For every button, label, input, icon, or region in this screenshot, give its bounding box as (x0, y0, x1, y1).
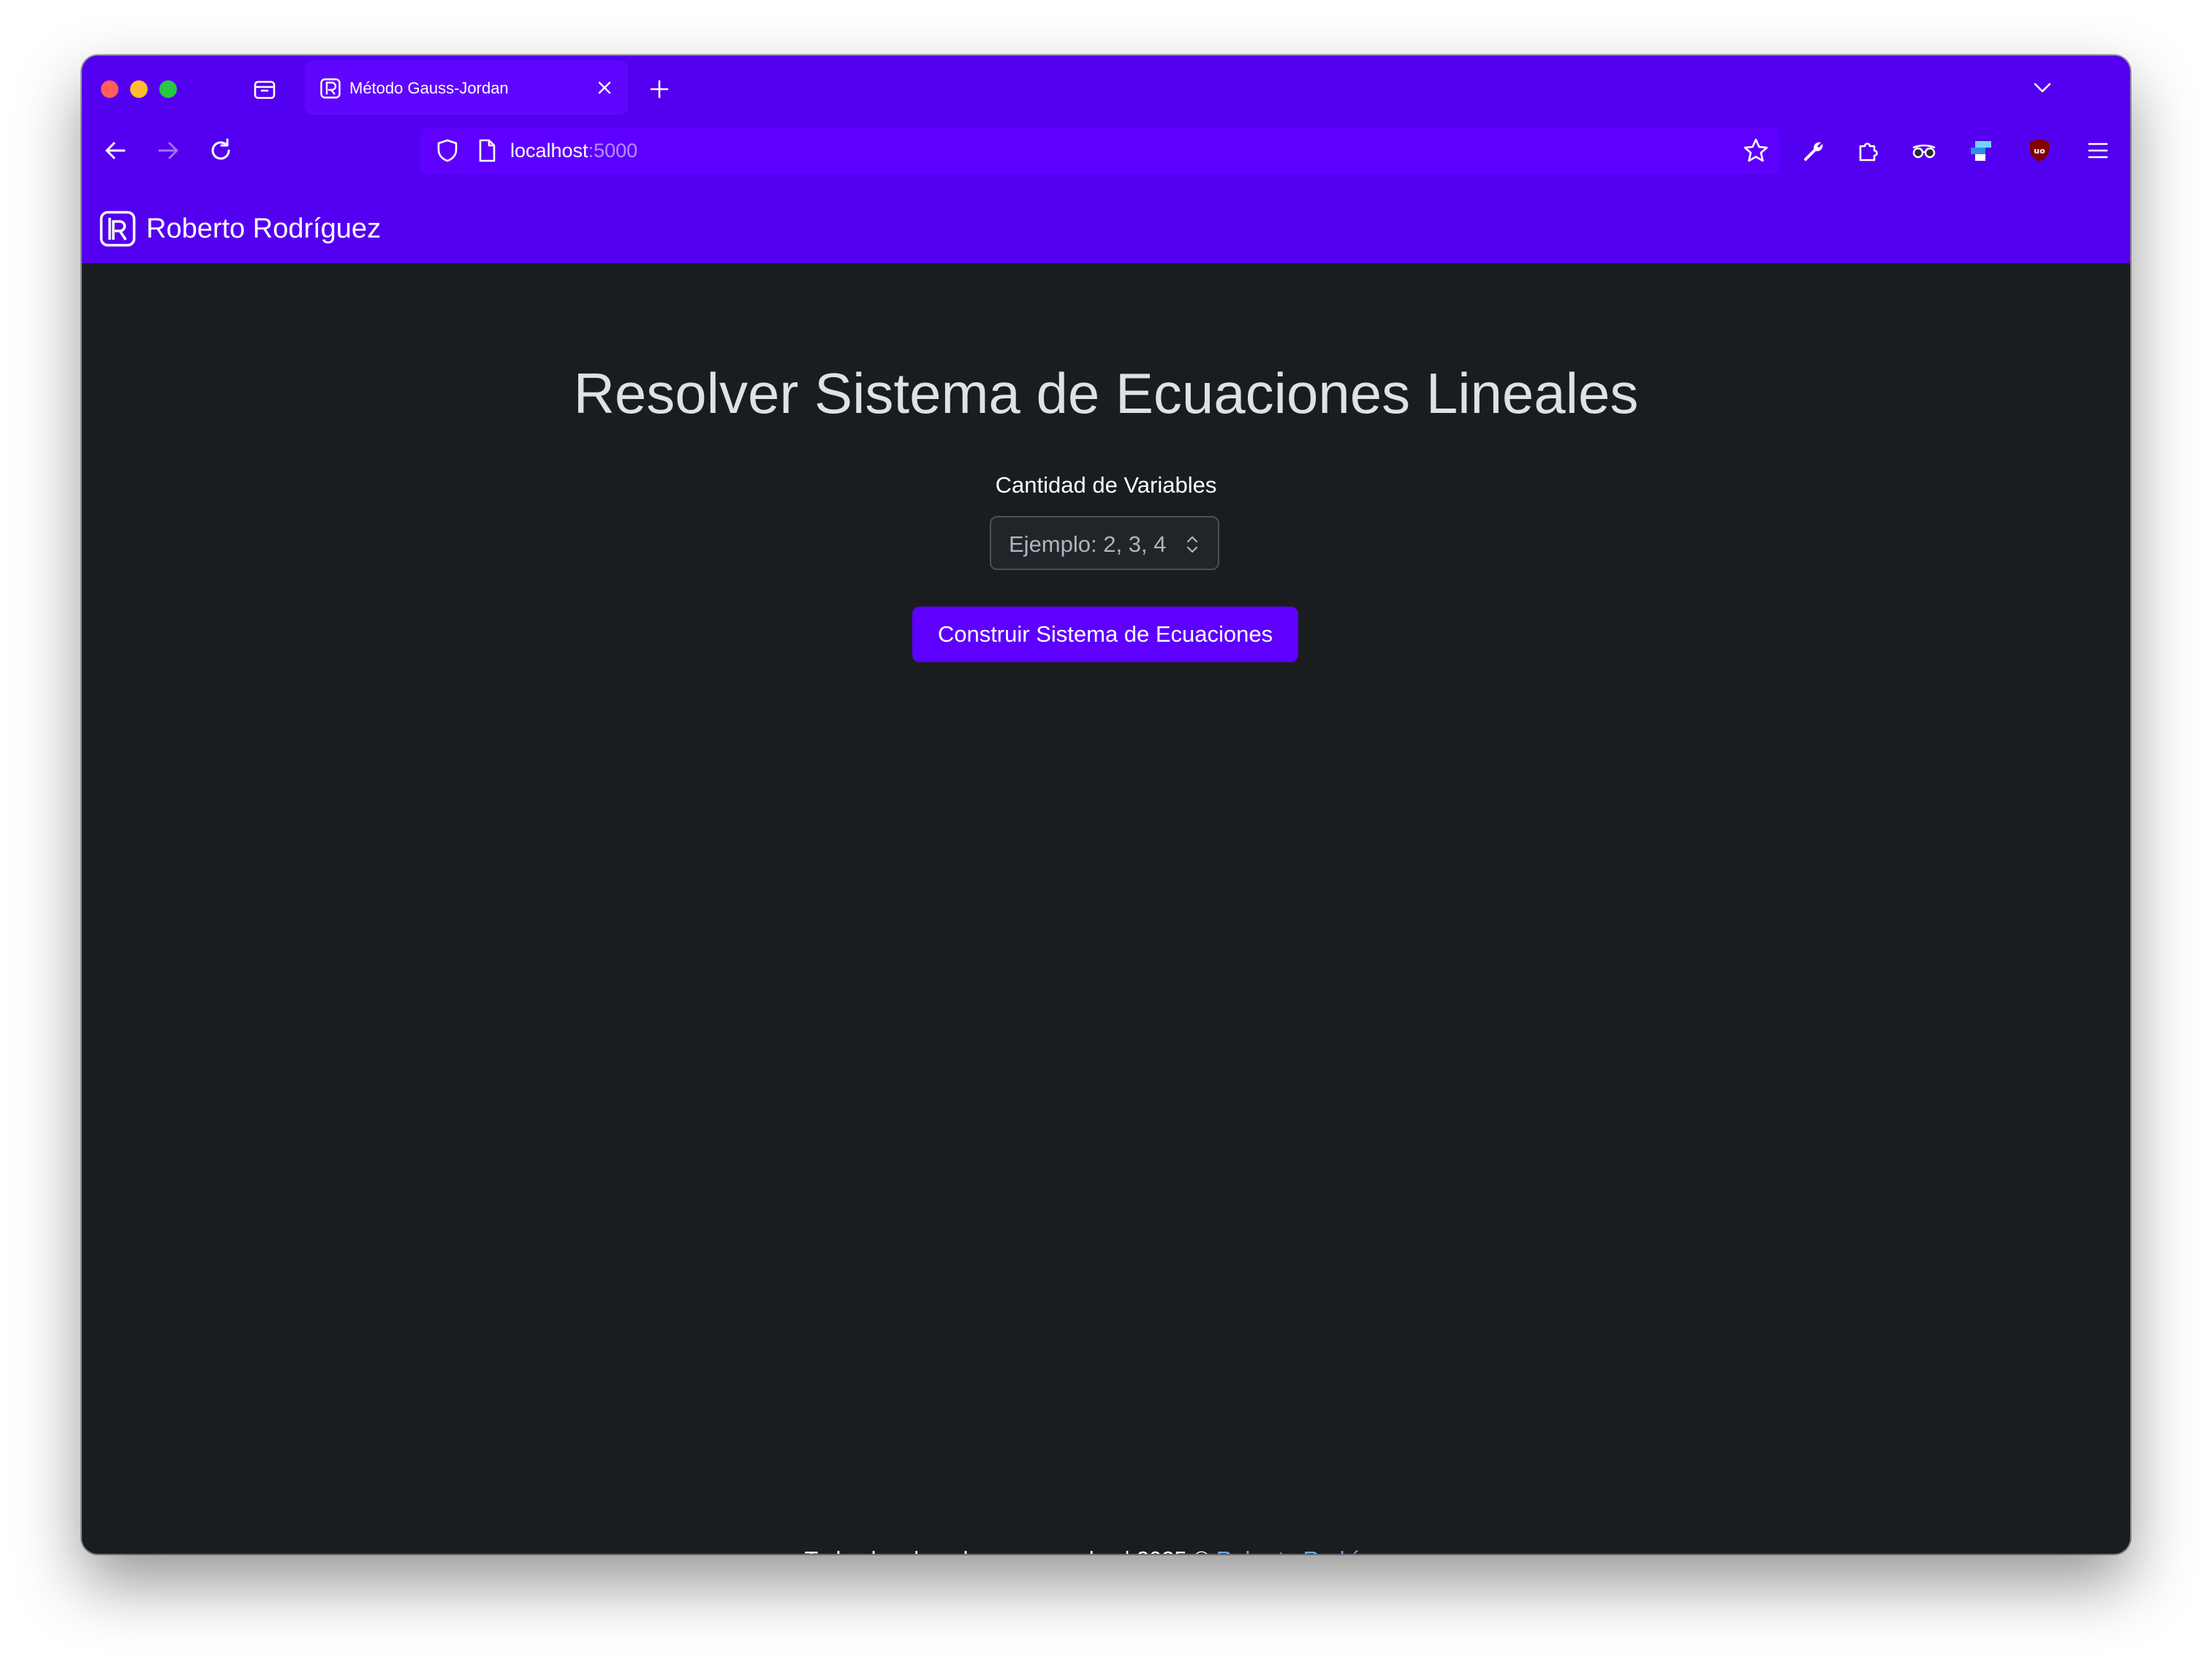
url-port: :5000 (588, 140, 638, 162)
brand-name: Roberto Rodríguez (146, 213, 382, 244)
url-bar[interactable]: localhost:5000 (420, 127, 1779, 174)
maximize-window-button[interactable] (159, 80, 177, 98)
minimize-window-button[interactable] (130, 80, 148, 98)
build-system-button[interactable]: Construir Sistema de Ecuaciones (912, 607, 1298, 662)
footer-text: Todos los derechos reservados | 2025 © (804, 1547, 1216, 1554)
glasses-icon[interactable] (1909, 136, 1939, 165)
browser-chrome: Método Gauss-Jordan localhost:5000 uo Ro… (82, 56, 2130, 263)
tab-overview-icon[interactable] (251, 76, 278, 102)
r-logo-icon (320, 78, 341, 99)
star-icon[interactable] (1741, 136, 1770, 165)
back-arrow-icon[interactable] (101, 136, 130, 165)
site-navbar: Roberto Rodríguez (82, 194, 2130, 263)
svg-text:uo: uo (2034, 146, 2045, 156)
new-tab-icon[interactable] (646, 76, 673, 102)
page-icon (479, 139, 496, 162)
footer: Todos los derechos reservados | 2025 © R… (82, 1545, 2130, 1554)
chevron-down-icon[interactable] (2029, 75, 2056, 101)
ublock-icon[interactable]: uo (2025, 136, 2054, 165)
footer-author-link[interactable]: Roberto Rodríguez (1216, 1547, 1408, 1554)
url-text[interactable]: localhost:5000 (510, 139, 637, 162)
tab-title: Método Gauss-Jordan (349, 79, 509, 97)
variables-label: Cantidad de Variables (995, 472, 1217, 498)
forward-arrow-icon[interactable] (154, 136, 183, 165)
page-content: Resolver Sistema de Ecuaciones Lineales … (82, 263, 2130, 1554)
variables-placeholder: Ejemplo: 2, 3, 4 (1009, 531, 1167, 557)
shield-icon[interactable] (434, 137, 461, 164)
extension-icon[interactable] (1966, 136, 1996, 165)
url-host: localhost (510, 140, 588, 162)
tab-active[interactable]: Método Gauss-Jordan (306, 61, 627, 114)
close-tab-icon[interactable] (594, 77, 616, 99)
wrench-icon[interactable] (1798, 136, 1827, 165)
page-title: Resolver Sistema de Ecuaciones Lineales (573, 361, 1639, 425)
variables-input[interactable]: Ejemplo: 2, 3, 4 (990, 516, 1219, 570)
puzzle-icon[interactable] (1854, 136, 1883, 165)
reload-icon[interactable] (206, 136, 235, 165)
brand-link[interactable]: Roberto Rodríguez (99, 210, 381, 247)
close-window-button[interactable] (101, 80, 118, 98)
r-logo-icon (99, 210, 136, 247)
menu-icon[interactable] (2083, 136, 2113, 165)
browser-window: Método Gauss-Jordan localhost:5000 uo Ro… (82, 56, 2130, 1554)
number-spinner-icon[interactable] (1184, 532, 1200, 557)
